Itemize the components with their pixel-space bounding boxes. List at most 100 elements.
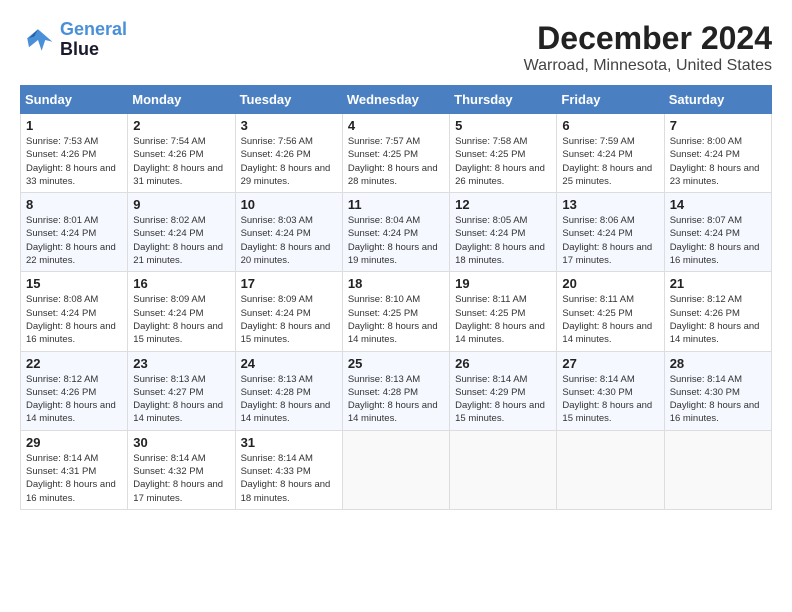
day-info: Sunrise: 7:58 AMSunset: 4:25 PMDaylight:…: [455, 135, 551, 188]
day-info: Sunrise: 7:54 AMSunset: 4:26 PMDaylight:…: [133, 135, 229, 188]
calendar-cell: 5 Sunrise: 7:58 AMSunset: 4:25 PMDaylight…: [450, 114, 557, 193]
calendar-cell: 16Sunrise: 8:09 AMSunset: 4:24 PMDayligh…: [128, 272, 235, 351]
calendar-cell: 14 Sunrise: 8:07 AMSunset: 4:24 PMDayligh…: [664, 193, 771, 272]
weekday-header: Tuesday: [235, 86, 342, 114]
day-info: Sunrise: 8:00 AMSunset: 4:24 PMDaylight:…: [670, 135, 766, 188]
title-area: December 2024 Warroad, Minnesota, United…: [524, 20, 772, 75]
day-number: 5: [455, 118, 551, 133]
calendar-cell: 4 Sunrise: 7:57 AMSunset: 4:25 PMDaylight…: [342, 114, 449, 193]
weekday-header: Wednesday: [342, 86, 449, 114]
day-number: 31: [241, 435, 337, 450]
day-info: Sunrise: 8:14 AMSunset: 4:33 PMDaylight:…: [241, 452, 337, 505]
day-info: Sunrise: 8:12 AMSunset: 4:26 PMDaylight:…: [670, 293, 766, 346]
calendar-cell: [557, 430, 664, 509]
day-number: 22: [26, 356, 122, 371]
day-info: Sunrise: 8:05 AMSunset: 4:24 PMDaylight:…: [455, 214, 551, 267]
day-info: Sunrise: 7:56 AMSunset: 4:26 PMDaylight:…: [241, 135, 337, 188]
day-info: Sunrise: 8:14 AMSunset: 4:30 PMDaylight:…: [670, 373, 766, 426]
day-number: 28: [670, 356, 766, 371]
calendar-row: 29 Sunrise: 8:14 AMSunset: 4:31 PMDayligh…: [21, 430, 772, 509]
calendar-cell: [342, 430, 449, 509]
calendar-cell: 10Sunrise: 8:03 AMSunset: 4:24 PMDayligh…: [235, 193, 342, 272]
day-info: Sunrise: 8:11 AMSunset: 4:25 PMDaylight:…: [562, 293, 658, 346]
day-info: Sunrise: 8:14 AMSunset: 4:29 PMDaylight:…: [455, 373, 551, 426]
day-number: 23: [133, 356, 229, 371]
calendar-cell: 28 Sunrise: 8:14 AMSunset: 4:30 PMDayligh…: [664, 351, 771, 430]
calendar-cell: 26Sunrise: 8:14 AMSunset: 4:29 PMDayligh…: [450, 351, 557, 430]
weekday-header: Saturday: [664, 86, 771, 114]
day-number: 17: [241, 276, 337, 291]
calendar-cell: 19 Sunrise: 8:11 AMSunset: 4:25 PMDayligh…: [450, 272, 557, 351]
day-number: 8: [26, 197, 122, 212]
calendar-cell: 2Sunrise: 7:54 AMSunset: 4:26 PMDaylight…: [128, 114, 235, 193]
day-number: 12: [455, 197, 551, 212]
calendar-cell: 1 Sunrise: 7:53 AMSunset: 4:26 PMDaylight…: [21, 114, 128, 193]
calendar-cell: 23 Sunrise: 8:13 AMSunset: 4:27 PMDayligh…: [128, 351, 235, 430]
calendar-cell: 7 Sunrise: 8:00 AMSunset: 4:24 PMDaylight…: [664, 114, 771, 193]
day-info: Sunrise: 8:07 AMSunset: 4:24 PMDaylight:…: [670, 214, 766, 267]
calendar-cell: 25Sunrise: 8:13 AMSunset: 4:28 PMDayligh…: [342, 351, 449, 430]
calendar-cell: 12 Sunrise: 8:05 AMSunset: 4:24 PMDayligh…: [450, 193, 557, 272]
day-number: 11: [348, 197, 444, 212]
day-info: Sunrise: 7:53 AMSunset: 4:26 PMDaylight:…: [26, 135, 122, 188]
day-info: Sunrise: 8:10 AMSunset: 4:25 PMDaylight:…: [348, 293, 444, 346]
day-info: Sunrise: 8:01 AMSunset: 4:24 PMDaylight:…: [26, 214, 122, 267]
day-number: 4: [348, 118, 444, 133]
weekday-header: Friday: [557, 86, 664, 114]
day-info: Sunrise: 8:13 AMSunset: 4:27 PMDaylight:…: [133, 373, 229, 426]
day-info: Sunrise: 8:14 AMSunset: 4:31 PMDaylight:…: [26, 452, 122, 505]
day-info: Sunrise: 8:11 AMSunset: 4:25 PMDaylight:…: [455, 293, 551, 346]
calendar-cell: 24 Sunrise: 8:13 AMSunset: 4:28 PMDayligh…: [235, 351, 342, 430]
day-info: Sunrise: 8:13 AMSunset: 4:28 PMDaylight:…: [348, 373, 444, 426]
calendar-cell: 13 Sunrise: 8:06 AMSunset: 4:24 PMDayligh…: [557, 193, 664, 272]
weekday-header: Thursday: [450, 86, 557, 114]
day-number: 27: [562, 356, 658, 371]
calendar-row: 1 Sunrise: 7:53 AMSunset: 4:26 PMDaylight…: [21, 114, 772, 193]
day-number: 6: [562, 118, 658, 133]
calendar-cell: 31 Sunrise: 8:14 AMSunset: 4:33 PMDayligh…: [235, 430, 342, 509]
calendar-cell: 17Sunrise: 8:09 AMSunset: 4:24 PMDayligh…: [235, 272, 342, 351]
calendar-row: 15 Sunrise: 8:08 AMSunset: 4:24 PMDayligh…: [21, 272, 772, 351]
calendar-cell: 6 Sunrise: 7:59 AMSunset: 4:24 PMDaylight…: [557, 114, 664, 193]
logo-icon: [20, 22, 56, 58]
day-info: Sunrise: 8:06 AMSunset: 4:24 PMDaylight:…: [562, 214, 658, 267]
calendar-cell: 27 Sunrise: 8:14 AMSunset: 4:30 PMDayligh…: [557, 351, 664, 430]
calendar-row: 8 Sunrise: 8:01 AMSunset: 4:24 PMDaylight…: [21, 193, 772, 272]
day-info: Sunrise: 8:04 AMSunset: 4:24 PMDaylight:…: [348, 214, 444, 267]
day-info: Sunrise: 8:14 AMSunset: 4:32 PMDaylight:…: [133, 452, 229, 505]
day-number: 20: [562, 276, 658, 291]
day-number: 30: [133, 435, 229, 450]
day-number: 7: [670, 118, 766, 133]
day-info: Sunrise: 8:03 AMSunset: 4:24 PMDaylight:…: [241, 214, 337, 267]
day-number: 9: [133, 197, 229, 212]
calendar-cell: 20 Sunrise: 8:11 AMSunset: 4:25 PMDayligh…: [557, 272, 664, 351]
day-info: Sunrise: 8:14 AMSunset: 4:30 PMDaylight:…: [562, 373, 658, 426]
day-number: 19: [455, 276, 551, 291]
day-info: Sunrise: 8:02 AMSunset: 4:24 PMDaylight:…: [133, 214, 229, 267]
day-number: 16: [133, 276, 229, 291]
logo-text: General Blue: [60, 20, 127, 60]
calendar-cell: 15 Sunrise: 8:08 AMSunset: 4:24 PMDayligh…: [21, 272, 128, 351]
logo: General Blue: [20, 20, 127, 60]
day-number: 24: [241, 356, 337, 371]
day-number: 15: [26, 276, 122, 291]
day-number: 29: [26, 435, 122, 450]
day-info: Sunrise: 7:59 AMSunset: 4:24 PMDaylight:…: [562, 135, 658, 188]
weekday-header: Monday: [128, 86, 235, 114]
day-number: 13: [562, 197, 658, 212]
calendar-cell: 11 Sunrise: 8:04 AMSunset: 4:24 PMDayligh…: [342, 193, 449, 272]
weekday-header: Sunday: [21, 86, 128, 114]
day-info: Sunrise: 8:08 AMSunset: 4:24 PMDaylight:…: [26, 293, 122, 346]
calendar-cell: 3Sunrise: 7:56 AMSunset: 4:26 PMDaylight…: [235, 114, 342, 193]
calendar-cell: 21Sunrise: 8:12 AMSunset: 4:26 PMDayligh…: [664, 272, 771, 351]
calendar-cell: [450, 430, 557, 509]
calendar-cell: 22Sunrise: 8:12 AMSunset: 4:26 PMDayligh…: [21, 351, 128, 430]
day-info: Sunrise: 7:57 AMSunset: 4:25 PMDaylight:…: [348, 135, 444, 188]
day-info: Sunrise: 8:13 AMSunset: 4:28 PMDaylight:…: [241, 373, 337, 426]
day-number: 1: [26, 118, 122, 133]
day-number: 14: [670, 197, 766, 212]
calendar-cell: 29 Sunrise: 8:14 AMSunset: 4:31 PMDayligh…: [21, 430, 128, 509]
page-header: General Blue December 2024 Warroad, Minn…: [20, 20, 772, 75]
calendar-cell: 9 Sunrise: 8:02 AMSunset: 4:24 PMDaylight…: [128, 193, 235, 272]
page-subtitle: Warroad, Minnesota, United States: [524, 57, 772, 75]
